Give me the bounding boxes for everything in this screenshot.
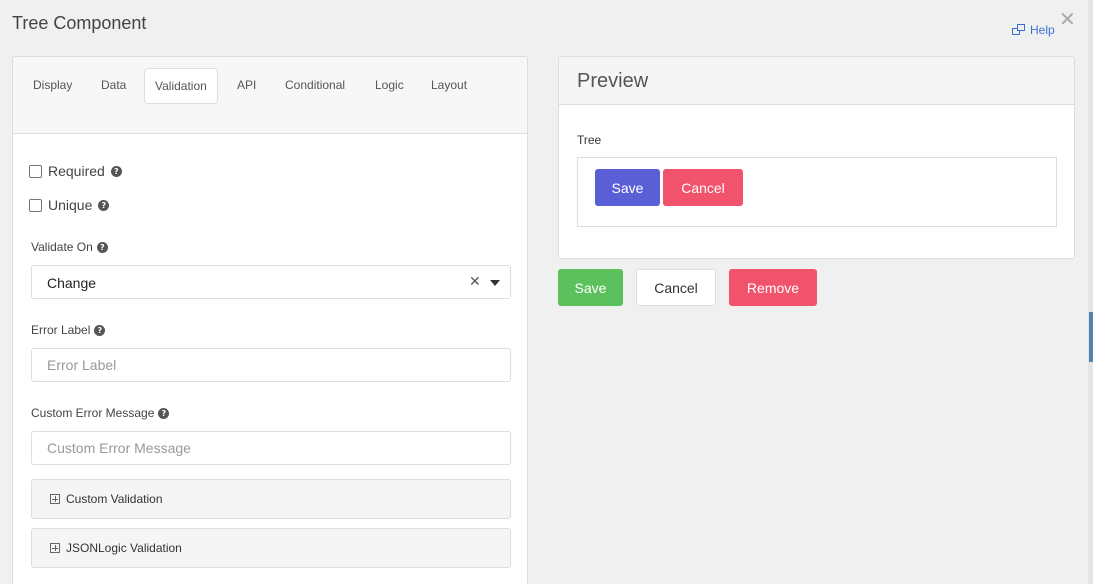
caret-down-icon[interactable] bbox=[490, 280, 500, 286]
tab-logic[interactable]: Logic bbox=[365, 68, 414, 104]
validate-on-select[interactable]: Change ✕ bbox=[31, 265, 511, 299]
custom-validation-accordion[interactable]: Custom Validation bbox=[31, 479, 511, 519]
tab-data[interactable]: Data bbox=[91, 68, 136, 104]
tab-conditional[interactable]: Conditional bbox=[275, 68, 355, 104]
validate-on-value: Change bbox=[47, 275, 97, 291]
plus-square-icon bbox=[50, 494, 60, 504]
preview-card: Preview Tree Save Cancel bbox=[558, 56, 1075, 259]
settings-panel: Display Data Validation API Conditional … bbox=[12, 56, 528, 584]
close-button[interactable]: ✕ bbox=[1059, 10, 1076, 30]
remove-button[interactable]: Remove bbox=[729, 269, 817, 306]
required-field: Required ? bbox=[29, 163, 122, 179]
save-button[interactable]: Save bbox=[558, 269, 623, 306]
required-checkbox[interactable] bbox=[29, 164, 42, 178]
tree-label: Tree bbox=[577, 133, 602, 147]
scrollbar-track[interactable] bbox=[1088, 0, 1093, 584]
error-label-label: Error Label bbox=[31, 323, 91, 337]
scrollbar-thumb[interactable] bbox=[1089, 312, 1093, 362]
tab-api[interactable]: API bbox=[227, 68, 266, 104]
external-link-icon bbox=[1012, 24, 1026, 36]
question-circle-icon: ? bbox=[110, 165, 122, 177]
tree-save-button[interactable]: Save bbox=[595, 169, 660, 206]
tab-validation[interactable]: Validation bbox=[144, 68, 218, 104]
tree-box: Save Cancel bbox=[577, 157, 1057, 227]
tabs-bar: Display Data Validation API Conditional … bbox=[13, 57, 527, 134]
help-label: Help bbox=[1030, 23, 1055, 37]
custom-error-label: Custom Error Message bbox=[31, 406, 155, 420]
validate-on-label: Validate On bbox=[31, 240, 93, 254]
custom-error-label-row: Custom Error Message ? bbox=[31, 406, 170, 420]
custom-validation-label: Custom Validation bbox=[66, 492, 163, 506]
required-label: Required bbox=[48, 163, 105, 179]
tab-display[interactable]: Display bbox=[23, 68, 82, 104]
unique-checkbox[interactable] bbox=[29, 198, 42, 212]
jsonlogic-validation-accordion[interactable]: JSONLogic Validation bbox=[31, 528, 511, 568]
question-circle-icon: ? bbox=[96, 241, 108, 253]
dialog-title: Tree Component bbox=[12, 13, 147, 33]
validate-on-label-row: Validate On ? bbox=[31, 240, 108, 254]
custom-error-input[interactable] bbox=[31, 431, 511, 465]
question-circle-icon: ? bbox=[94, 324, 106, 336]
unique-label: Unique bbox=[48, 197, 93, 213]
question-circle-icon: ? bbox=[98, 199, 110, 211]
plus-square-icon bbox=[50, 543, 60, 553]
clear-icon[interactable]: ✕ bbox=[469, 273, 481, 290]
question-circle-icon: ? bbox=[158, 407, 170, 419]
tab-layout[interactable]: Layout bbox=[421, 68, 477, 104]
error-label-label-row: Error Label ? bbox=[31, 323, 106, 337]
cancel-button[interactable]: Cancel bbox=[636, 269, 716, 306]
preview-title: Preview bbox=[559, 57, 1074, 105]
unique-field: Unique ? bbox=[29, 197, 110, 213]
jsonlogic-validation-label: JSONLogic Validation bbox=[66, 541, 182, 555]
error-label-input[interactable] bbox=[31, 348, 511, 382]
help-link[interactable]: Help bbox=[1012, 23, 1055, 37]
tree-cancel-button[interactable]: Cancel bbox=[663, 169, 743, 206]
